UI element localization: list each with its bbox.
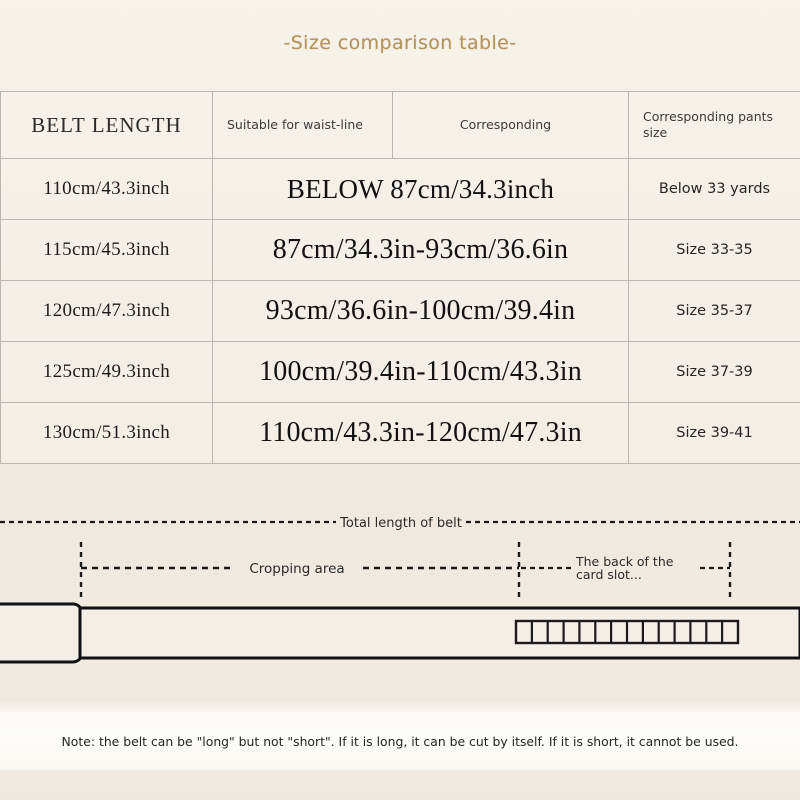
cell-waistline: 100cm/39.4in-110cm/43.3in	[212, 341, 629, 403]
belt-diagram: Total length of belt Cropping area The b…	[0, 480, 800, 715]
cell-waistline: 93cm/36.6in-100cm/39.4in	[212, 280, 629, 342]
table-row: 120cm/47.3inch 93cm/36.6in-100cm/39.4in …	[0, 280, 800, 342]
total-length-label: Total length of belt	[339, 516, 462, 531]
header-belt-length: BELT LENGTH	[0, 91, 213, 159]
cell-waistline: 87cm/34.3in-93cm/36.6in	[212, 219, 629, 281]
cell-belt-length: 130cm/51.3inch	[0, 402, 213, 464]
belt-buckle	[0, 602, 84, 664]
cell-pants-size: Size 39-41	[628, 402, 800, 464]
cell-belt-length: 115cm/45.3inch	[0, 219, 213, 281]
cell-belt-length: 120cm/47.3inch	[0, 280, 213, 342]
size-comparison-table: BELT LENGTH Suitable for waist-line Corr…	[0, 91, 800, 464]
cell-pants-size: Below 33 yards	[628, 158, 800, 220]
table-row: 130cm/51.3inch 110cm/43.3in-120cm/47.3in…	[0, 402, 800, 464]
page-title: -Size comparison table-	[283, 32, 517, 54]
page-title-container: -Size comparison table-	[0, 32, 800, 54]
cell-belt-length: 125cm/49.3inch	[0, 341, 213, 403]
card-slot-label-line2: card slot...	[576, 567, 642, 582]
cell-waistline: 110cm/43.3in-120cm/47.3in	[212, 402, 629, 464]
cell-pants-size: Size 35-37	[628, 280, 800, 342]
card-slot-segments	[514, 619, 740, 645]
note-text: Note: the belt can be "long" but not "sh…	[61, 733, 739, 749]
header-waistline: Suitable for waist-line	[212, 91, 393, 159]
header-corresponding: Corresponding	[392, 91, 629, 159]
cell-waistline: BELOW 87cm/34.3inch	[212, 158, 629, 220]
cell-belt-length: 110cm/43.3inch	[0, 158, 213, 220]
bottom-strip	[0, 770, 800, 800]
note-band: Note: the belt can be "long" but not "sh…	[0, 712, 800, 770]
table-row: 115cm/45.3inch 87cm/34.3in-93cm/36.6in S…	[0, 219, 800, 281]
table-row: 125cm/49.3inch 100cm/39.4in-110cm/43.3in…	[0, 341, 800, 403]
table-header-row: BELT LENGTH Suitable for waist-line Corr…	[0, 91, 800, 159]
cropping-area-label: Cropping area	[249, 561, 344, 577]
table-row: 110cm/43.3inch BELOW 87cm/34.3inch Below…	[0, 158, 800, 220]
header-pants-size: Corresponding pants size	[628, 91, 800, 159]
cell-pants-size: Size 33-35	[628, 219, 800, 281]
cell-pants-size: Size 37-39	[628, 341, 800, 403]
